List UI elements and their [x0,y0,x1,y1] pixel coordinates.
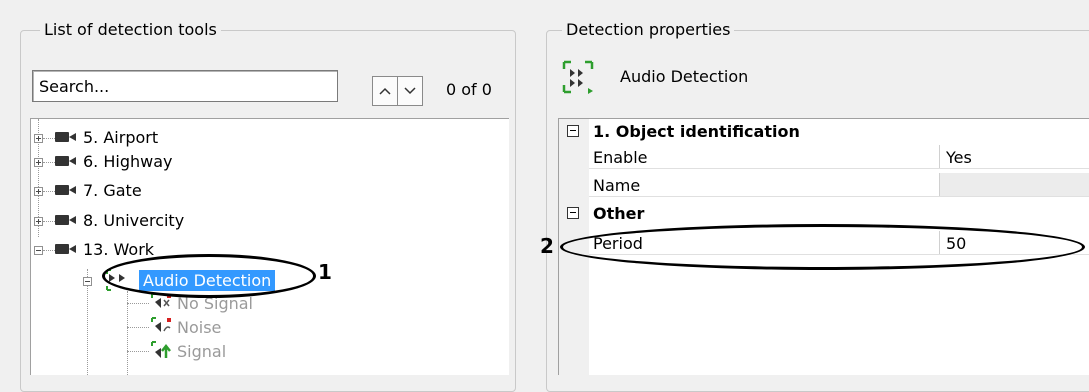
collapse-icon[interactable] [567,125,579,137]
search-prev-button[interactable] [372,76,398,106]
collapse-icon[interactable] [83,277,92,286]
tree-item-work[interactable]: 13. Work [31,237,154,261]
expand-icon[interactable] [34,134,43,143]
search-result-counter: 0 of 0 [446,80,492,99]
detection-properties-title: Detection properties [562,20,735,39]
camera-icon [55,214,77,226]
tree-item-label: 7. Gate [83,180,142,200]
tree-item-label: 8. Univercity [83,210,185,230]
camera-icon [55,155,77,167]
property-category-object-identification[interactable]: 1. Object identification [559,119,1089,143]
property-row-name[interactable]: Name [559,173,1089,197]
property-value: Yes [946,148,972,167]
tree-item-label: 13. Work [83,239,155,259]
tree-item-highway[interactable]: 6. Highway [31,149,172,173]
detection-tools-title: List of detection tools [40,20,221,39]
expand-icon[interactable] [34,187,43,196]
chevron-up-icon [379,87,391,95]
property-name: Name [593,176,641,195]
category-label: Other [593,204,645,223]
expand-icon[interactable] [34,217,43,226]
tree-item-gate[interactable]: 7. Gate [31,178,142,202]
property-value-cell[interactable] [939,173,1089,197]
tree-item-label: 6. Highway [83,151,173,171]
chevron-down-icon [404,87,416,95]
property-row-enable[interactable]: Enable Yes [559,145,1089,169]
tree-item-airport[interactable]: 5. Airport [31,125,158,149]
property-category-other[interactable]: Other [559,201,1089,225]
camera-icon [55,131,77,143]
search-next-button[interactable] [397,76,423,106]
property-name: Enable [593,148,648,167]
tree-item-label: 5. Airport [83,127,159,147]
tree-item-label: Signal [177,341,227,361]
callout-ellipse-1 [102,254,316,298]
tree-item-noise[interactable]: Noise [127,315,221,339]
search-input[interactable] [32,70,338,102]
collapse-icon[interactable] [34,246,43,255]
property-value-cell[interactable]: Yes [939,145,1089,169]
detection-tools-tree: 5. Airport 6. Highway 7. Gate 8. Univerc… [30,118,509,375]
tree-item-univercity[interactable]: 8. Univercity [31,208,184,232]
selected-tool-name: Audio Detection [620,67,749,86]
callout-ellipse-2 [560,224,1085,270]
category-label: 1. Object identification [593,122,800,141]
noise-icon [151,317,171,332]
tree-item-label: Noise [177,317,222,337]
collapse-icon[interactable] [567,207,579,219]
callout-number-1: 1 [318,260,332,284]
callout-number-2: 2 [540,234,554,258]
expand-icon[interactable] [34,158,43,167]
camera-icon [55,243,77,255]
audio-detection-icon [562,60,594,94]
camera-icon [55,184,77,196]
tree-item-signal[interactable]: Signal [127,339,226,363]
signal-icon [151,341,171,358]
